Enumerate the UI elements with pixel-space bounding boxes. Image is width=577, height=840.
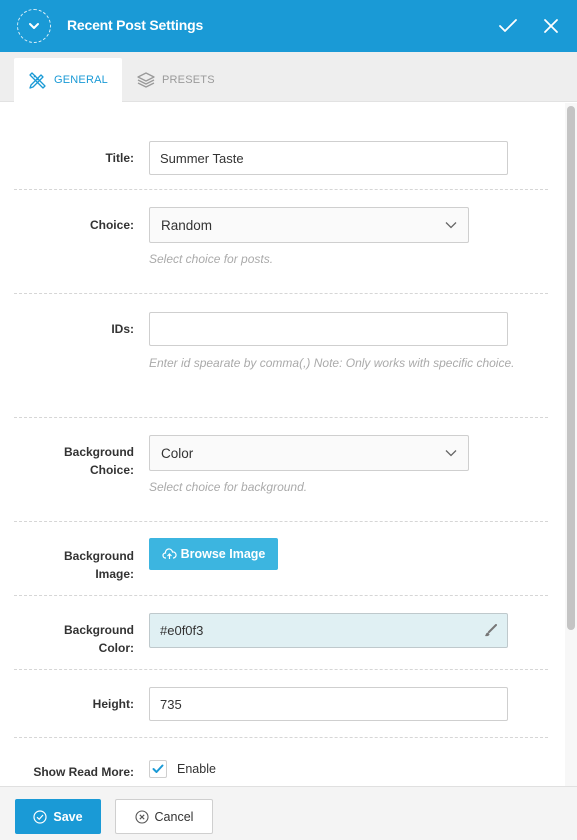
tab-label: PRESETS (162, 74, 215, 86)
background-color-value: #e0f0f3 (160, 623, 204, 638)
paint-brush-icon (485, 623, 497, 636)
divider (14, 417, 548, 418)
ids-input[interactable] (149, 312, 508, 346)
choice-select[interactable]: Random (149, 207, 469, 243)
title-label: Title: (105, 151, 134, 165)
background-choice-select[interactable]: Color (149, 435, 469, 471)
divider (14, 521, 548, 522)
ids-label: IDs: (111, 322, 134, 336)
settings-form: Title: Choice: Random Select choice for … (0, 103, 565, 786)
close-circle-icon (134, 809, 149, 824)
check-circle-icon (33, 809, 47, 824)
scrollbar-thumb[interactable] (567, 106, 575, 630)
check-icon (499, 19, 517, 32)
modal-header: Recent Post Settings (0, 0, 577, 52)
tab-bar: GENERAL PRESETS (0, 52, 577, 102)
cancel-button[interactable]: Cancel (115, 799, 213, 834)
modal-footer: Save Cancel (0, 786, 577, 840)
ids-help: Enter id spearate by comma(,) Note: Only… (149, 356, 515, 370)
collapse-button[interactable] (17, 9, 51, 43)
pencil-ruler-icon (29, 72, 46, 89)
browse-image-button[interactable]: Browse Image (149, 538, 278, 570)
tab-general[interactable]: GENERAL (14, 58, 122, 102)
chevron-down-icon (29, 23, 39, 29)
divider (14, 669, 548, 670)
height-input[interactable] (149, 687, 508, 721)
divider (14, 293, 548, 294)
layers-icon (137, 72, 155, 88)
choice-help: Select choice for posts. (149, 252, 274, 266)
show-read-more-option: Enable (177, 762, 216, 776)
check-icon (152, 764, 164, 773)
background-color-label: Background Color: (63, 623, 134, 655)
show-read-more-checkbox[interactable] (149, 760, 167, 778)
background-choice-label: Background Choice: (63, 445, 134, 477)
divider (14, 737, 548, 738)
choice-value: Random (161, 217, 213, 233)
confirm-button[interactable] (497, 15, 519, 37)
divider (14, 595, 548, 596)
background-color-input[interactable]: #e0f0f3 (149, 613, 508, 648)
divider (14, 189, 548, 190)
background-image-label: Background Image: (63, 549, 134, 581)
scrollbar[interactable] (565, 103, 577, 786)
height-label: Height: (92, 697, 134, 711)
modal-title: Recent Post Settings (67, 17, 204, 33)
close-icon (544, 19, 558, 33)
chevron-down-icon (445, 222, 457, 229)
close-button[interactable] (540, 15, 562, 37)
chevron-down-icon (445, 450, 457, 457)
background-choice-help: Select choice for background. (149, 480, 308, 494)
background-choice-value: Color (161, 445, 194, 461)
tab-label: GENERAL (54, 74, 108, 86)
show-read-more-label: Show Read More: (33, 765, 134, 779)
title-input[interactable] (149, 141, 508, 175)
cloud-upload-icon (162, 548, 177, 559)
choice-label: Choice: (89, 218, 134, 232)
tab-presets[interactable]: PRESETS (134, 58, 234, 102)
save-button[interactable]: Save (15, 799, 101, 834)
